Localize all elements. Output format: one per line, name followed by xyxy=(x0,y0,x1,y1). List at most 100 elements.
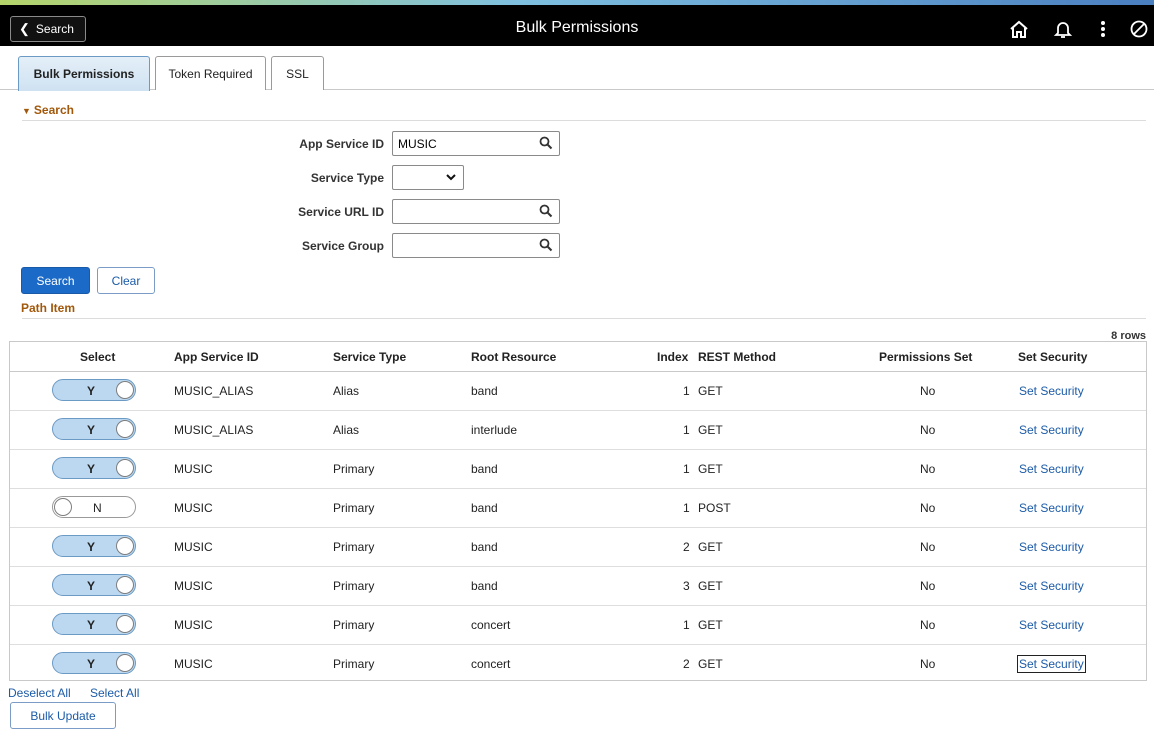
table-row: Y MUSIC Primary concert 1 GET No Set Sec… xyxy=(10,606,1146,645)
select-toggle[interactable]: Y xyxy=(52,613,136,635)
cell-index: 2 xyxy=(683,540,690,554)
clear-button[interactable]: Clear xyxy=(97,267,155,294)
cell-app-service-id: MUSIC xyxy=(174,501,213,515)
cell-root-resource: concert xyxy=(471,657,511,671)
chevron-down-icon xyxy=(445,171,457,186)
cell-root-resource: band xyxy=(471,501,498,515)
cell-root-resource: interlude xyxy=(471,423,518,437)
column-header-app-service-id: App Service ID xyxy=(174,350,259,364)
set-security-link[interactable]: Set Security xyxy=(1019,618,1084,632)
search-lookup-icon[interactable] xyxy=(539,204,555,220)
table-row: Y MUSIC Primary concert 2 GET No Set Sec… xyxy=(10,645,1146,684)
set-security-link[interactable]: Set Security xyxy=(1019,540,1084,554)
column-header-permissions-set: Permissions Set xyxy=(879,350,973,364)
search-section-divider xyxy=(22,120,1146,121)
cell-app-service-id: MUSIC xyxy=(174,618,213,632)
cell-permissions-set: No xyxy=(920,501,936,515)
search-section-toggle[interactable]: ▼ Search xyxy=(22,103,74,117)
no-entry-icon[interactable] xyxy=(1128,18,1150,40)
column-header-rest-method: REST Method xyxy=(698,350,776,364)
service-type-label: Service Type xyxy=(310,171,384,185)
cell-index: 3 xyxy=(683,579,690,593)
cell-app-service-id: MUSIC xyxy=(174,540,213,554)
app-header: ❮ Search Bulk Permissions xyxy=(0,0,1154,46)
cell-root-resource: band xyxy=(471,384,498,398)
cell-rest-method: GET xyxy=(698,618,723,632)
select-toggle[interactable]: Y xyxy=(52,457,136,479)
search-lookup-icon[interactable] xyxy=(539,238,555,254)
path-item-grid: Select App Service ID Service Type Root … xyxy=(9,341,1147,681)
cell-app-service-id: MUSIC_ALIAS xyxy=(174,423,254,437)
set-security-link[interactable]: Set Security xyxy=(1019,501,1084,515)
cell-service-type: Alias xyxy=(333,423,360,437)
cell-index: 1 xyxy=(683,501,690,515)
cell-index: 1 xyxy=(683,462,690,476)
bulk-update-button[interactable]: Bulk Update xyxy=(10,702,116,729)
cell-service-type: Primary xyxy=(333,579,375,593)
app-service-id-label: App Service ID xyxy=(299,137,384,151)
home-icon[interactable] xyxy=(1008,18,1030,40)
column-header-select: Select xyxy=(80,350,116,364)
cell-service-type: Primary xyxy=(333,540,375,554)
select-toggle[interactable]: Y xyxy=(52,574,136,596)
column-header-index: Index xyxy=(657,350,689,364)
cell-service-type: Primary xyxy=(333,657,375,671)
page-title: Bulk Permissions xyxy=(515,19,639,36)
set-security-link[interactable]: Set Security xyxy=(1019,384,1084,398)
set-security-link[interactable]: Set Security xyxy=(1019,462,1084,476)
cell-index: 1 xyxy=(683,384,690,398)
cell-permissions-set: No xyxy=(920,384,936,398)
header-accent-stripe xyxy=(0,0,1154,5)
app-service-id-input[interactable] xyxy=(392,131,560,156)
column-header-root-resource: Root Resource xyxy=(471,350,557,364)
bell-icon[interactable] xyxy=(1052,18,1074,40)
grid-header-row: Select App Service ID Service Type Root … xyxy=(10,342,1146,372)
set-security-link[interactable]: Set Security xyxy=(1017,655,1086,673)
tab-token-required[interactable]: Token Required xyxy=(155,56,266,90)
select-toggle[interactable]: Y xyxy=(52,535,136,557)
cell-permissions-set: No xyxy=(920,618,936,632)
cell-rest-method: GET xyxy=(698,540,723,554)
service-group-label: Service Group xyxy=(301,239,384,253)
deselect-all-link[interactable]: Deselect All xyxy=(8,686,71,700)
caret-down-icon: ▼ xyxy=(22,106,31,116)
select-all-link[interactable]: Select All xyxy=(90,686,139,700)
service-url-id-input[interactable] xyxy=(392,199,560,224)
path-item-divider xyxy=(22,318,1146,319)
cell-app-service-id: MUSIC xyxy=(174,657,213,671)
cell-rest-method: GET xyxy=(698,579,723,593)
set-security-link[interactable]: Set Security xyxy=(1019,423,1084,437)
cell-root-resource: band xyxy=(471,540,498,554)
service-group-input[interactable] xyxy=(392,233,560,258)
search-lookup-icon[interactable] xyxy=(539,136,555,152)
more-vertical-icon[interactable] xyxy=(1092,18,1114,40)
select-toggle[interactable]: Y xyxy=(52,379,136,401)
cell-app-service-id: MUSIC xyxy=(174,462,213,476)
tab-ssl[interactable]: SSL xyxy=(271,56,324,90)
cell-rest-method: GET xyxy=(698,423,723,437)
table-row: Y MUSIC Primary band 1 GET No Set Securi… xyxy=(10,450,1146,489)
table-row: Y MUSIC_ALIAS Alias interlude 1 GET No S… xyxy=(10,411,1146,450)
service-type-select[interactable] xyxy=(392,165,464,190)
tab-bulk-permissions[interactable]: Bulk Permissions xyxy=(18,56,150,91)
cell-permissions-set: No xyxy=(920,540,936,554)
cell-service-type: Alias xyxy=(333,384,360,398)
cell-permissions-set: No xyxy=(920,462,936,476)
cell-index: 1 xyxy=(683,423,690,437)
table-row: Y MUSIC Primary band 2 GET No Set Securi… xyxy=(10,528,1146,567)
cell-service-type: Primary xyxy=(333,462,375,476)
table-row: Y MUSIC_ALIAS Alias band 1 GET No Set Se… xyxy=(10,372,1146,411)
select-toggle[interactable]: Y xyxy=(52,652,136,674)
set-security-link[interactable]: Set Security xyxy=(1019,579,1084,593)
select-toggle[interactable]: N xyxy=(52,496,136,518)
search-button[interactable]: Search xyxy=(21,267,90,294)
cell-rest-method: POST xyxy=(698,501,731,515)
table-row: N MUSIC Primary band 1 POST No Set Secur… xyxy=(10,489,1146,528)
cell-root-resource: band xyxy=(471,579,498,593)
select-toggle[interactable]: Y xyxy=(52,418,136,440)
cell-rest-method: GET xyxy=(698,462,723,476)
search-section-title: Search xyxy=(33,103,74,117)
cell-permissions-set: No xyxy=(920,423,936,437)
cell-rest-method: GET xyxy=(698,657,723,671)
table-row: Y MUSIC Primary band 3 GET No Set Securi… xyxy=(10,567,1146,606)
